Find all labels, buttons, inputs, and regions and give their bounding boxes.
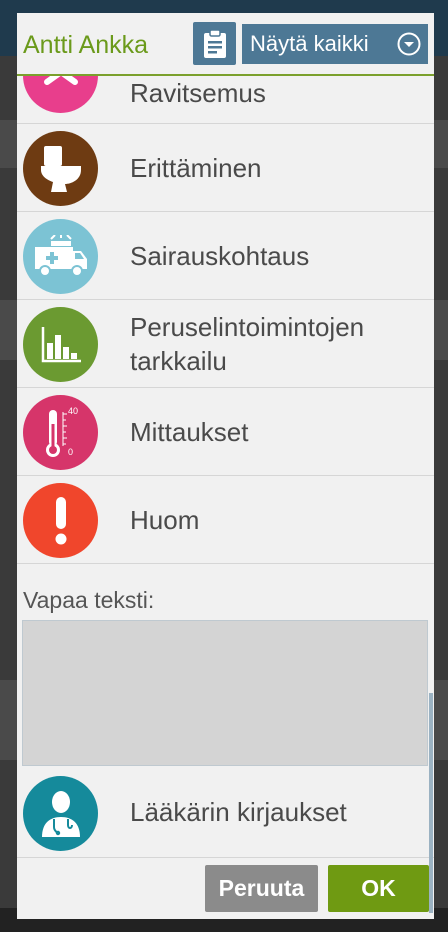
- ok-button[interactable]: OK: [328, 865, 429, 912]
- category-item-sairauskohtaus[interactable]: Sairauskohtaus: [17, 212, 434, 300]
- category-label: Sairauskohtaus: [130, 240, 310, 271]
- patient-name: Antti Ankka: [23, 31, 149, 59]
- category-icon-circle: [23, 219, 98, 294]
- doctor-entries-label: Lääkärin kirjaukset: [130, 797, 347, 827]
- category-label: Mittaukset: [130, 416, 249, 447]
- doctor-entries-item[interactable]: Lääkärin kirjaukset: [17, 770, 434, 858]
- thermometer-scale-bottom: 0: [68, 447, 74, 457]
- clipboard-icon: [203, 28, 226, 58]
- category-icon-circle: 40 0: [23, 395, 98, 470]
- dialog-footer: Peruuta OK: [17, 859, 434, 919]
- show-all-dropdown[interactable]: Näytä kaikki: [242, 24, 428, 64]
- entry-type-dialog: Antti Ankka Näytä kaikki Ravitsemus Erit…: [17, 13, 434, 919]
- bar-chart-icon: [41, 326, 81, 362]
- cancel-button[interactable]: Peruuta: [205, 865, 318, 912]
- chevron-down-icon: [397, 32, 421, 56]
- doctor-icon: [41, 790, 80, 837]
- free-text-label: Vapaa teksti:: [23, 587, 155, 613]
- exclamation-icon: [55, 496, 66, 544]
- show-all-label: Näytä kaikki: [250, 31, 369, 56]
- category-icon-circle: [23, 483, 98, 558]
- category-list: Ravitsemus Erittäminen Sairauskohtaus Pe…: [17, 38, 434, 564]
- ambulance-icon: [34, 234, 87, 277]
- category-label: Huom: [130, 504, 200, 535]
- category-item-huom[interactable]: Huom: [17, 476, 434, 564]
- free-text-input[interactable]: [22, 620, 428, 766]
- dialog-header: Antti Ankka Näytä kaikki: [17, 13, 434, 76]
- category-item-erittaminen[interactable]: Erittäminen: [17, 124, 434, 212]
- category-label: Erittäminen: [130, 152, 262, 183]
- toilet-icon: [40, 145, 81, 192]
- category-icon-circle: [23, 307, 98, 382]
- category-label: Ravitsemus: [130, 78, 266, 108]
- category-item-mittaukset[interactable]: 40 0 Mittaukset: [17, 388, 434, 476]
- category-label: Peruselintoimintojen tarkkailu: [130, 311, 365, 376]
- category-icon-circle: [23, 776, 98, 851]
- category-icon-circle: [23, 131, 98, 206]
- thermometer-scale-top: 40: [68, 406, 79, 416]
- clipboard-button[interactable]: [193, 22, 236, 65]
- category-item-peruselintoiminnot[interactable]: Peruselintoimintojen tarkkailu: [17, 300, 434, 388]
